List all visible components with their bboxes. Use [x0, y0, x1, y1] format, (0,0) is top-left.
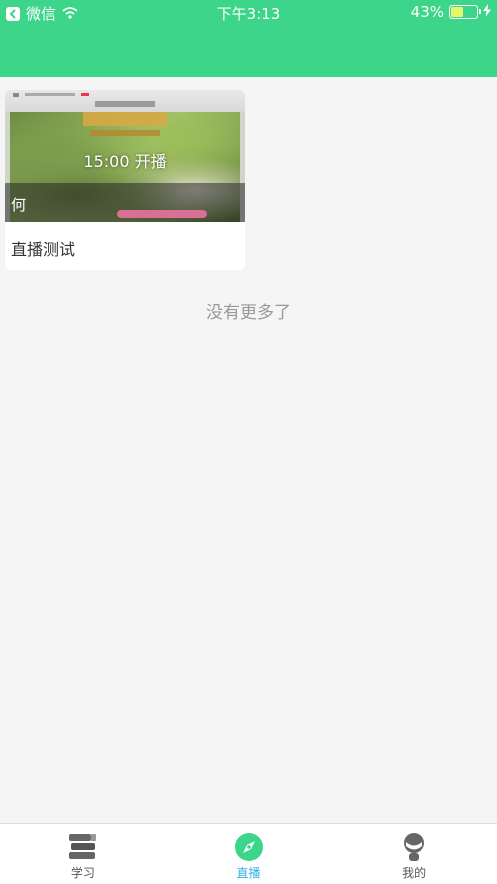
no-more-text: 没有更多了 — [206, 303, 291, 323]
tab-bar: 学习 直播 我的 — [0, 823, 497, 884]
compass-icon — [234, 832, 264, 862]
tab-study-label: 学习 — [70, 866, 95, 880]
charging-icon — [483, 3, 491, 21]
status-bar: 微信 下午3:13 43% — [0, 0, 497, 26]
battery-status: 43% — [411, 3, 491, 21]
tab-study[interactable]: 学习 — [0, 824, 166, 884]
user-icon — [399, 832, 429, 862]
battery-fill — [451, 7, 463, 17]
live-title: 直播测试 — [11, 240, 76, 259]
header-bar: 微信 下午3:13 43% — [0, 0, 497, 77]
battery-icon — [449, 5, 481, 19]
books-icon — [68, 832, 98, 862]
live-start-time: 15:00 开播 — [83, 152, 167, 171]
live-card[interactable]: 15:00 开播 何 直播测试 — [5, 90, 245, 270]
live-thumbnail: 15:00 开播 何 — [5, 90, 245, 222]
anchor-name: 何 — [11, 196, 27, 214]
tab-mine-label: 我的 — [402, 866, 427, 880]
tab-mine[interactable]: 我的 — [331, 824, 497, 884]
tab-live[interactable]: 直播 — [166, 824, 332, 884]
tab-live-label: 直播 — [236, 866, 261, 880]
battery-percent: 43% — [410, 3, 444, 21]
